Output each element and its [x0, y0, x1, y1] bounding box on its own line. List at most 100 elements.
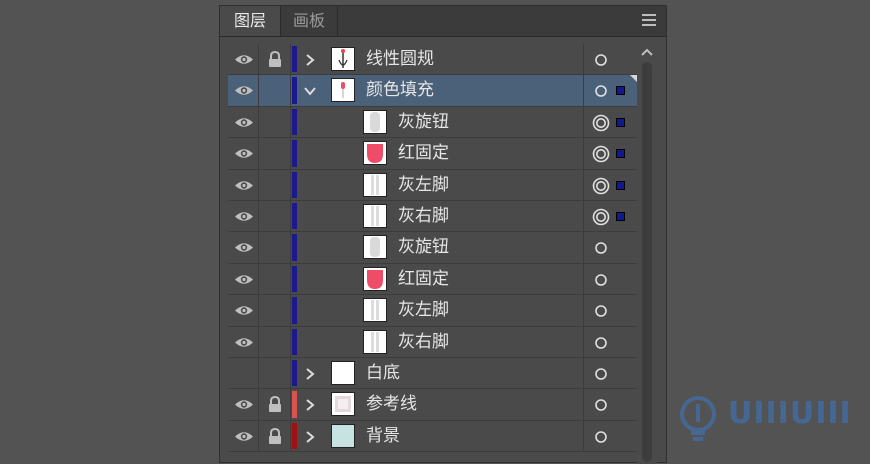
lock-cell[interactable]: [259, 138, 291, 169]
target-cell[interactable]: [584, 327, 638, 357]
layer-main-cell[interactable]: 线性圆规: [291, 44, 584, 75]
layer-row[interactable]: 红固定: [228, 138, 638, 170]
layer-row[interactable]: 参考线: [228, 389, 638, 421]
lock-cell[interactable]: [259, 106, 291, 138]
layer-main-cell[interactable]: 灰右脚: [291, 200, 584, 232]
layer-row[interactable]: 灰左脚: [228, 169, 638, 201]
lock-cell[interactable]: [259, 75, 291, 106]
visibility-cell[interactable]: [228, 295, 259, 326]
eye-icon[interactable]: [234, 210, 254, 223]
target-icon[interactable]: [592, 271, 610, 289]
layer-name[interactable]: 红固定: [398, 264, 449, 295]
eye-icon[interactable]: [234, 179, 254, 192]
target-selected-icon[interactable]: [592, 145, 610, 163]
target-cell[interactable]: [584, 389, 638, 419]
lock-cell[interactable]: [259, 263, 291, 295]
target-icon[interactable]: [592, 51, 610, 69]
layer-row[interactable]: 颜色填充: [228, 75, 638, 107]
target-cell[interactable]: [584, 170, 638, 200]
visibility-cell[interactable]: [228, 106, 259, 138]
visibility-cell[interactable]: [228, 357, 259, 389]
eye-icon[interactable]: [234, 116, 254, 129]
target-cell[interactable]: [584, 421, 638, 451]
target-cell[interactable]: [584, 358, 638, 388]
lock-cell[interactable]: [259, 169, 291, 200]
target-cell[interactable]: [584, 232, 638, 262]
lock-cell[interactable]: [259, 44, 291, 75]
target-icon[interactable]: [592, 428, 610, 446]
target-icon[interactable]: [592, 365, 610, 383]
layer-row[interactable]: 背景: [228, 420, 638, 453]
layer-row[interactable]: 白底: [228, 357, 638, 390]
panel-menu-icon[interactable]: [642, 14, 656, 26]
layer-row[interactable]: 线性圆规: [228, 44, 638, 76]
layer-name[interactable]: 红固定: [398, 138, 449, 169]
lock-cell[interactable]: [259, 200, 291, 232]
chevron-right-icon[interactable]: [303, 366, 317, 380]
layer-main-cell[interactable]: 红固定: [291, 263, 584, 295]
layer-main-cell[interactable]: 灰右脚: [291, 326, 584, 358]
lock-cell[interactable]: [259, 326, 291, 357]
eye-icon[interactable]: [234, 430, 254, 443]
layer-name[interactable]: 灰旋钮: [398, 232, 449, 263]
lock-cell[interactable]: [259, 295, 291, 326]
layer-row[interactable]: 灰左脚: [228, 295, 638, 327]
layer-row[interactable]: 灰右脚: [228, 200, 638, 233]
visibility-cell[interactable]: [228, 200, 259, 232]
chevron-right-icon[interactable]: [303, 429, 317, 443]
visibility-cell[interactable]: [228, 138, 259, 169]
layer-name[interactable]: 灰右脚: [398, 327, 449, 358]
target-selected-icon[interactable]: [592, 177, 610, 195]
target-cell[interactable]: [584, 295, 638, 325]
eye-icon[interactable]: [234, 147, 254, 160]
layer-row[interactable]: 灰旋钮: [228, 106, 638, 139]
layer-main-cell[interactable]: 颜色填充: [291, 75, 584, 106]
target-icon[interactable]: [592, 334, 610, 352]
layer-name[interactable]: 灰旋钮: [398, 107, 449, 138]
target-cell[interactable]: [584, 138, 638, 168]
layer-name[interactable]: 白底: [366, 358, 400, 389]
visibility-cell[interactable]: [228, 169, 259, 200]
target-selected-icon[interactable]: [592, 208, 610, 226]
eye-icon[interactable]: [234, 241, 254, 254]
lock-cell[interactable]: [259, 389, 291, 420]
visibility-cell[interactable]: [228, 389, 259, 420]
layer-row[interactable]: 红固定: [228, 263, 638, 296]
eye-icon[interactable]: [234, 398, 254, 411]
tab-artboards[interactable]: 画板: [281, 6, 338, 36]
lock-cell[interactable]: [259, 420, 291, 452]
visibility-cell[interactable]: [228, 263, 259, 295]
target-cell[interactable]: [584, 75, 638, 105]
layer-row[interactable]: 灰旋钮: [228, 232, 638, 264]
lock-cell[interactable]: [259, 357, 291, 389]
chevron-right-icon[interactable]: [303, 397, 317, 412]
layer-name[interactable]: 线性圆规: [366, 44, 434, 75]
visibility-cell[interactable]: [228, 75, 259, 106]
eye-icon[interactable]: [234, 84, 254, 97]
layer-main-cell[interactable]: 白底: [291, 357, 584, 389]
layer-name[interactable]: 颜色填充: [366, 75, 434, 106]
scroll-track[interactable]: [642, 62, 652, 462]
lock-icon[interactable]: [267, 51, 283, 68]
visibility-cell[interactable]: [228, 326, 259, 357]
layer-main-cell[interactable]: 灰左脚: [291, 169, 584, 200]
layer-main-cell[interactable]: 灰左脚: [291, 295, 584, 326]
target-icon[interactable]: [592, 82, 610, 100]
lock-cell[interactable]: [259, 232, 291, 263]
layer-row[interactable]: 灰右脚: [228, 326, 638, 358]
tab-layers[interactable]: 图层: [220, 6, 281, 36]
layer-main-cell[interactable]: 灰旋钮: [291, 106, 584, 138]
layer-main-cell[interactable]: 背景: [291, 420, 584, 452]
target-cell[interactable]: [584, 107, 638, 137]
eye-icon[interactable]: [234, 304, 254, 317]
layer-main-cell[interactable]: 红固定: [291, 138, 584, 169]
target-cell[interactable]: [584, 44, 638, 74]
scrollbar[interactable]: [637, 44, 657, 464]
lock-icon[interactable]: [267, 427, 283, 445]
chevron-right-icon[interactable]: [303, 52, 317, 66]
target-icon[interactable]: [592, 396, 610, 414]
layer-main-cell[interactable]: 灰旋钮: [291, 232, 584, 263]
layer-name[interactable]: 参考线: [366, 389, 417, 420]
target-cell[interactable]: [584, 201, 638, 231]
eye-icon[interactable]: [234, 336, 254, 349]
